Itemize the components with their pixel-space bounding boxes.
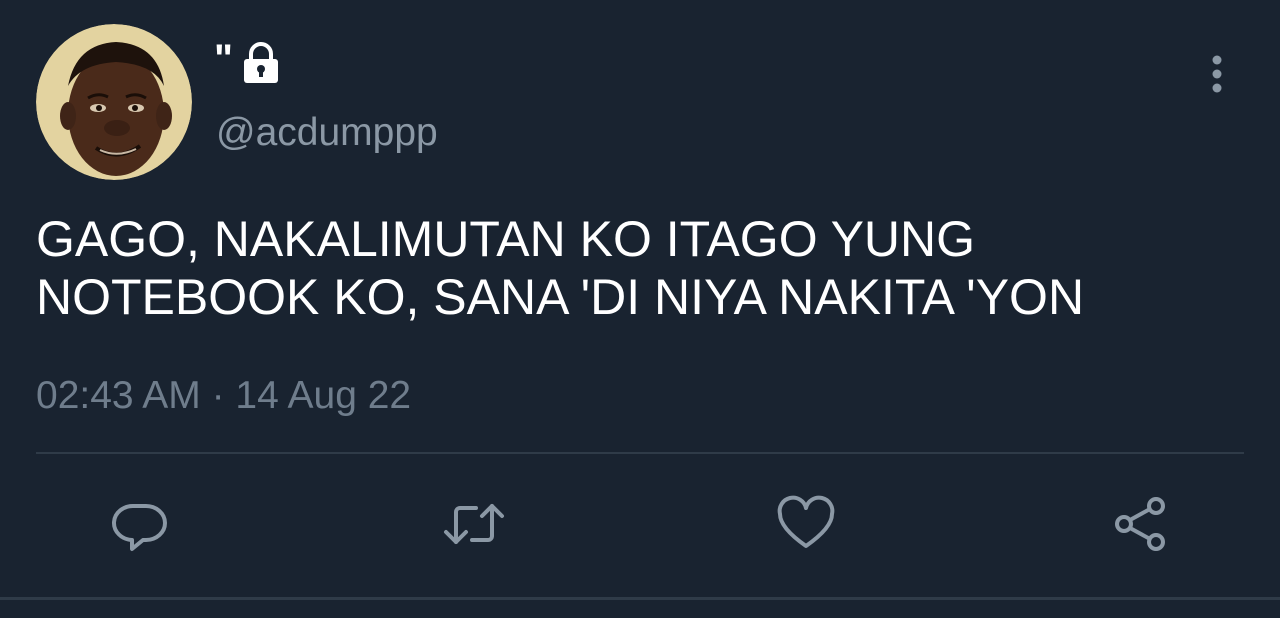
reply-button[interactable] xyxy=(108,494,172,558)
tweet-detail: " @acdumppp GAGO, NAKALIMUTAN KO ITAGO Y… xyxy=(0,0,1280,618)
display-name-text: " xyxy=(214,37,233,81)
like-button[interactable] xyxy=(774,494,838,558)
divider xyxy=(0,597,1280,600)
tweet-text: GAGO, NAKALIMUTAN KO ITAGO YUNG NOTEBOOK… xyxy=(36,211,1085,325)
heart-icon xyxy=(776,494,836,559)
share-icon xyxy=(1110,494,1170,559)
reply-icon xyxy=(110,494,170,559)
avatar[interactable] xyxy=(36,24,192,180)
retweet-button[interactable] xyxy=(442,494,506,558)
tweet-timestamp[interactable]: 02:43 AM · 14 Aug 22 xyxy=(36,372,411,420)
lock-icon xyxy=(239,41,283,85)
share-button[interactable] xyxy=(1108,494,1172,558)
retweet-icon xyxy=(442,494,506,559)
user-handle[interactable]: @acdumppp xyxy=(216,110,438,156)
avatar-image xyxy=(36,24,192,180)
divider xyxy=(36,452,1244,454)
display-name[interactable]: " xyxy=(214,38,283,88)
more-options-button[interactable] xyxy=(1196,54,1238,98)
more-vertical-icon xyxy=(1211,54,1223,99)
